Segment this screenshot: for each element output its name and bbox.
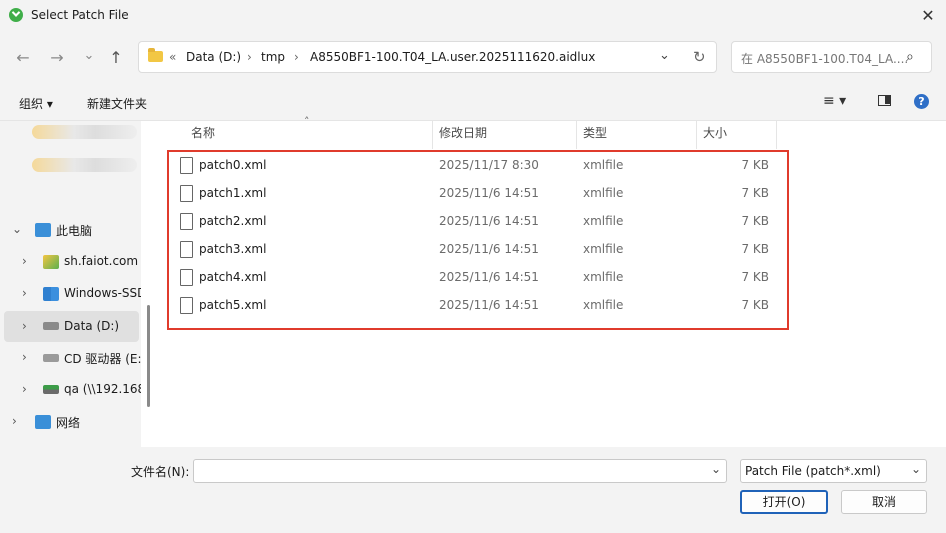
column-header-size[interactable]: 大小 — [703, 124, 727, 141]
network-icon — [35, 415, 51, 429]
blurred-quick-access-item[interactable] — [32, 125, 137, 139]
expand-arrow-icon[interactable]: › — [22, 286, 27, 300]
expand-arrow-icon[interactable]: › — [22, 382, 27, 396]
windows-drive-icon — [43, 287, 59, 301]
filename-label: 文件名(N): — [131, 465, 190, 479]
tree-item-windows-ssd[interactable]: › Windows-SSD — [0, 279, 141, 309]
column-divider[interactable] — [432, 121, 433, 149]
expand-arrow-icon[interactable]: › — [22, 350, 27, 364]
tree-item-data-d[interactable]: › Data (D:) — [4, 311, 139, 342]
tree-item-this-pc[interactable]: ⌄ 此电脑 — [0, 215, 141, 245]
column-header-type[interactable]: 类型 — [583, 124, 607, 141]
network-share-icon — [43, 385, 59, 394]
navigation-scrollbar[interactable] — [147, 305, 150, 407]
search-box[interactable]: 在 A8550BF1-100.T04_LA.... ⌕ — [731, 41, 932, 73]
breadcrumb-overflow[interactable]: « — [169, 50, 176, 64]
tree-item-label: 网络 — [56, 416, 81, 430]
filename-input[interactable]: ⌄ — [193, 459, 727, 483]
highlight-box — [167, 150, 789, 330]
recent-locations-icon[interactable]: ⌄ — [76, 43, 102, 69]
breadcrumb-drive[interactable]: Data (D:) — [186, 50, 241, 64]
expand-arrow-icon[interactable]: › — [22, 254, 27, 268]
tree-item-qa-share[interactable]: › qa (\\192.168 — [0, 375, 141, 405]
window-title: Select Patch File — [31, 8, 129, 22]
tree-item-sh-faiot[interactable]: › sh.faiot.com — [0, 247, 141, 277]
sort-ascending-icon: ˄ — [304, 115, 310, 128]
help-icon[interactable]: ? — [914, 94, 929, 109]
refresh-icon[interactable]: ↻ — [693, 48, 706, 66]
view-options-icon[interactable]: ≡ ▾ — [823, 93, 846, 109]
folder-icon — [148, 48, 163, 62]
search-placeholder[interactable]: 在 A8550BF1-100.T04_LA.... — [741, 50, 908, 67]
forward-icon[interactable]: → — [44, 45, 70, 71]
tree-item-cd-drive[interactable]: › CD 驱动器 (E: — [0, 343, 141, 373]
open-button[interactable]: 打开(O) — [740, 490, 828, 514]
cd-drive-icon — [43, 354, 59, 362]
filter-dropdown-icon[interactable]: ⌄ — [911, 462, 921, 476]
preview-pane-icon[interactable] — [878, 95, 891, 106]
breadcrumb-current-folder[interactable]: A8550BF1-100.T04_LA.user.2025111620.aidl… — [310, 50, 595, 64]
network-drive-icon — [43, 255, 59, 269]
preview-pane-fill — [885, 96, 890, 104]
download-app-icon — [9, 8, 23, 22]
breadcrumb-separator[interactable]: › — [247, 50, 252, 64]
cancel-button[interactable]: 取消 — [841, 490, 927, 514]
title-bar: Select Patch File ✕ — [0, 0, 946, 32]
tree-item-label: CD 驱动器 (E: — [64, 352, 141, 366]
address-dropdown-icon[interactable]: ⌄ — [659, 48, 670, 63]
close-button[interactable]: ✕ — [910, 0, 946, 32]
tree-item-label: qa (\\192.168 — [64, 382, 141, 396]
expand-arrow-icon[interactable]: › — [12, 414, 17, 428]
column-divider[interactable] — [696, 121, 697, 149]
breadcrumb-separator[interactable]: › — [294, 50, 299, 64]
column-divider[interactable] — [776, 121, 777, 149]
expand-arrow-icon[interactable]: ⌄ — [12, 222, 22, 236]
bottom-panel: 文件名(N): ⌄ Patch File (patch*.xml) ⌄ 打开(O… — [0, 447, 946, 533]
file-type-filter[interactable]: Patch File (patch*.xml) ⌄ — [740, 459, 927, 483]
tree-item-label: Windows-SSD — [64, 286, 141, 300]
navigation-pane: ⌄ 此电脑 › sh.faiot.com › Windows-SSD › Dat… — [0, 121, 141, 447]
column-divider[interactable] — [576, 121, 577, 149]
toolbar: 组织 ▾ 新建文件夹 ≡ ▾ ? — [0, 84, 946, 121]
breadcrumb-tmp[interactable]: tmp — [261, 50, 285, 64]
address-bar[interactable]: « Data (D:) › tmp › A8550BF1-100.T04_LA.… — [138, 41, 717, 73]
new-folder-button[interactable]: 新建文件夹 — [87, 95, 147, 112]
drive-icon — [43, 322, 59, 330]
tree-item-network[interactable]: › 网络 — [0, 407, 141, 437]
back-icon[interactable]: ← — [10, 45, 36, 71]
organize-menu[interactable]: 组织 ▾ — [19, 95, 53, 112]
column-header-date[interactable]: 修改日期 — [439, 124, 487, 141]
tree-item-label: 此电脑 — [56, 224, 93, 238]
tree-item-label: sh.faiot.com — [64, 254, 139, 268]
expand-arrow-icon[interactable]: › — [22, 319, 27, 333]
filename-dropdown-icon[interactable]: ⌄ — [711, 462, 721, 476]
tree-item-label: Data (D:) — [64, 319, 120, 333]
up-icon[interactable]: ↑ — [103, 45, 129, 71]
blurred-quick-access-item[interactable] — [32, 158, 137, 172]
column-header-name[interactable]: 名称 — [191, 124, 215, 141]
search-icon[interactable]: ⌕ — [906, 49, 914, 65]
file-type-filter-value[interactable]: Patch File (patch*.xml) — [745, 464, 881, 478]
computer-icon — [35, 223, 51, 237]
